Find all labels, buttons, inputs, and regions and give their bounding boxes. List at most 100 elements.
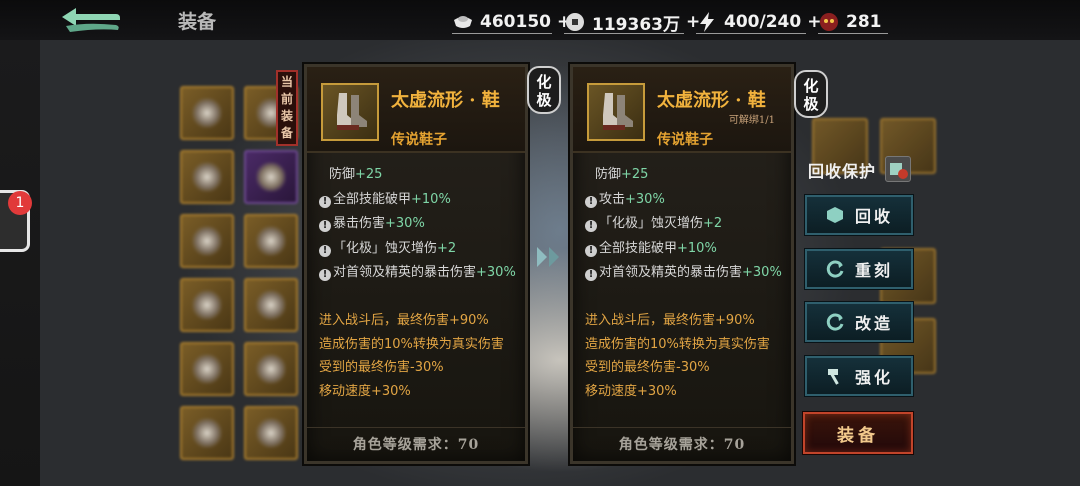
- refresh-icon: [826, 313, 844, 331]
- resource-underline: [818, 33, 888, 34]
- stat-label: 暴击伤害: [333, 216, 386, 231]
- boots-icon: [587, 83, 645, 141]
- info-icon: !: [319, 269, 331, 281]
- resource-silver-value: 460150: [480, 12, 551, 32]
- enhance-button[interactable]: 强化: [805, 356, 913, 396]
- info-icon: !: [585, 220, 597, 232]
- resource-mask-value: 281: [846, 12, 882, 32]
- resource-underline: [452, 33, 552, 34]
- set-bonus: 造成伤害的10%转换为真实伤害: [319, 336, 504, 352]
- stat-row: ! 全部技能破甲+10%: [319, 188, 519, 213]
- stat-value: +2: [703, 216, 723, 231]
- reforge-button[interactable]: 重刻: [805, 249, 913, 289]
- stat-row: ! 对首领及精英的暴击伤害+30%: [585, 261, 785, 286]
- compare-arrow-icon: [537, 247, 559, 267]
- set-bonus: 造成伤害的10%转换为真实伤害: [585, 336, 770, 352]
- stat-label: 全部技能破甲: [599, 240, 678, 256]
- stat-row: 防御+25: [585, 163, 785, 188]
- stat-value: +25: [621, 167, 649, 182]
- stat-row: ! 「化极」蚀灭增伤+2: [319, 237, 519, 262]
- grade-badge: 化极: [527, 66, 561, 114]
- item-type: 传说鞋子: [657, 132, 713, 148]
- inventory-slot[interactable]: [244, 214, 298, 268]
- lock-box-icon: [890, 163, 908, 179]
- info-icon: !: [319, 244, 331, 257]
- modify-button[interactable]: 改造: [805, 302, 913, 342]
- stat-label: 全部技能破甲: [333, 191, 412, 207]
- inventory-slot[interactable]: [180, 406, 234, 460]
- set-bonuses: 进入战斗后，最终伤害+90% 造成伤害的10%转换为真实伤害 受到的最终伤害-3…: [585, 309, 790, 403]
- stat-label: 防御: [595, 167, 622, 182]
- stat-value: +30%: [385, 216, 425, 231]
- set-bonus: 受到的最终伤害-30%: [585, 360, 710, 375]
- inventory-slot[interactable]: [180, 214, 234, 268]
- equip-button[interactable]: 装备: [803, 412, 913, 454]
- inventory-slot[interactable]: [244, 278, 298, 332]
- current-tag-label: 当前装备: [280, 75, 293, 140]
- resource-energy-value: 400/240: [724, 12, 802, 32]
- inventory-slot[interactable]: [244, 406, 298, 460]
- stat-value: +30%: [476, 265, 516, 280]
- notification-badge: 1: [8, 191, 32, 215]
- inventory-slot[interactable]: [180, 278, 234, 332]
- enhance-label: 强化: [854, 368, 893, 387]
- stat-value: +2: [437, 240, 457, 256]
- set-bonuses: 进入战斗后，最终伤害+90% 造成伤害的10%转换为真实伤害 受到的最终伤害-3…: [319, 309, 524, 403]
- level-requirement: 角色等级需求：70: [307, 427, 525, 461]
- current-item-panel: 太虚流形 · 鞋 传说鞋子 防御+25 ! 全部技能破甲+10% ! 暴击伤害+30…: [304, 64, 528, 464]
- recycle-label: 回收: [854, 207, 893, 226]
- inventory-slot[interactable]: [180, 150, 234, 204]
- stat-value: +10%: [677, 240, 717, 256]
- hammer-icon: [827, 369, 839, 385]
- item-name: 太虚流形 · 鞋: [391, 90, 500, 111]
- stat-label: 攻击: [599, 191, 626, 207]
- stat-value: +30%: [625, 191, 665, 207]
- stat-label: 「化极」蚀灭增伤: [333, 240, 438, 256]
- equip-label: 装备: [837, 425, 879, 446]
- stat-label: 对首领及精英的暴击伤害: [599, 265, 743, 280]
- info-icon: !: [319, 195, 331, 208]
- resource-mask[interactable]: 281: [818, 10, 882, 34]
- level-requirement: 角色等级需求：70: [573, 427, 791, 461]
- recycle-button[interactable]: 回收: [805, 195, 913, 235]
- stat-value: +10%: [411, 191, 451, 207]
- info-icon: !: [585, 244, 597, 257]
- inventory-slot[interactable]: [244, 342, 298, 396]
- energy-bolt-icon: [700, 12, 714, 32]
- demon-mask-icon: [820, 13, 838, 31]
- resource-coin-value: 119363万: [592, 14, 680, 35]
- item-name: 太虚流形 · 鞋: [657, 90, 766, 111]
- current-equipment-tag: 当前装备: [276, 70, 298, 146]
- set-bonus: 进入战斗后，最终伤害+90%: [585, 313, 755, 328]
- stat-value: +30%: [742, 265, 782, 280]
- recycle-protect-toggle[interactable]: [885, 156, 911, 182]
- inventory-slot[interactable]: [244, 150, 298, 204]
- resource-energy[interactable]: 400/240 +: [696, 10, 821, 34]
- coin-icon: [566, 13, 584, 31]
- stat-label: 防御: [329, 167, 356, 182]
- stat-row: ! 攻击+30%: [585, 188, 785, 213]
- refresh-icon: [826, 260, 844, 278]
- cube-icon: [826, 207, 843, 223]
- reforge-label: 重刻: [854, 261, 893, 280]
- stat-row: ! 全部技能破甲+10%: [585, 237, 785, 262]
- unbind-count: 可解绑1/1: [728, 115, 775, 126]
- stat-row: ! 对首领及精英的暴击伤害+30%: [319, 261, 519, 286]
- resource-silver[interactable]: 460150 +: [452, 10, 571, 34]
- page-title: 装备: [178, 11, 217, 33]
- set-bonus: 移动速度+30%: [319, 383, 411, 399]
- resource-coin[interactable]: 119363万 +: [564, 10, 700, 35]
- back-button[interactable]: [58, 6, 124, 36]
- item-stats: 防御+25 ! 全部技能破甲+10% ! 暴击伤害+30% ! 「化极」蚀灭增伤+2 …: [319, 163, 519, 286]
- info-icon: !: [319, 220, 331, 232]
- stat-row: ! 暴击伤害+30%: [319, 212, 519, 237]
- stat-label: 对首领及精英的暴击伤害: [333, 265, 477, 280]
- silver-ingot-icon: [454, 16, 472, 28]
- stat-value: +25: [355, 167, 383, 182]
- item-type: 传说鞋子: [391, 132, 447, 148]
- inventory-slot[interactable]: [180, 86, 234, 140]
- inventory-slot[interactable]: [180, 342, 234, 396]
- back-arrow-icon: [62, 8, 120, 32]
- stat-row: ! 「化极」蚀灭增伤+2: [585, 212, 785, 237]
- resource-underline: [564, 33, 684, 34]
